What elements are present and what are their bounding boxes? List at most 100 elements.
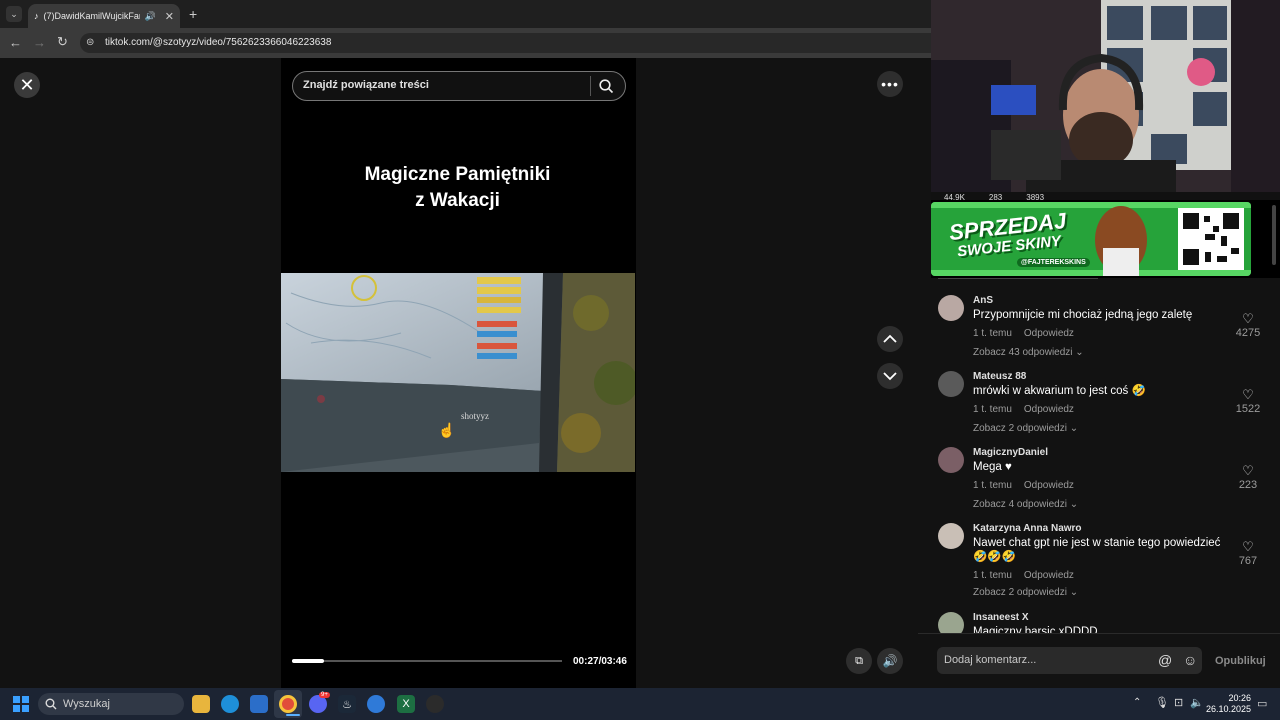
speaker-icon[interactable]: 🔈 — [1190, 696, 1204, 709]
reply-button[interactable]: Odpowiedz — [1024, 328, 1074, 339]
comment-item: Mateusz 88 mrówki w akwarium to jest coś… — [938, 371, 1268, 441]
video-title-line2: z Wakacji — [415, 190, 500, 211]
taskbar-clock[interactable]: 20:26 26.10.2025 — [1205, 693, 1251, 715]
sub-count: 3893 — [1026, 193, 1045, 202]
comment-user[interactable]: MagicznyDaniel — [973, 447, 1048, 458]
excel-icon[interactable]: X — [397, 695, 415, 713]
heart-icon: ♡ — [1242, 539, 1254, 554]
site-info-icon[interactable]: ⊜ — [86, 37, 94, 48]
microphone-icon[interactable]: 🎙 — [1155, 696, 1169, 709]
comment-item: Insaneest X Magiczny barsic xDDDD — [938, 612, 1268, 633]
back-icon[interactable]: ← — [9, 35, 22, 50]
close-icon: ✕ — [19, 74, 35, 95]
windows-start-icon[interactable] — [13, 696, 29, 712]
reply-button[interactable]: Odpowiedz — [1024, 404, 1074, 415]
comment-time: 1 t. temu — [973, 570, 1012, 581]
discord-badge: 9+ — [319, 692, 330, 698]
volume-button[interactable]: 🔊 — [877, 648, 903, 674]
reply-button[interactable]: Odpowiedz — [1024, 570, 1074, 581]
video-watermark: shotyyz — [461, 411, 489, 421]
like-count: 767 — [1238, 555, 1258, 567]
forward-icon[interactable]: → — [33, 35, 46, 50]
notifications-icon[interactable]: ▭ — [1257, 697, 1267, 710]
banner-handle: @FAJTEREKSKINS — [1017, 258, 1090, 267]
previous-video-button[interactable] — [877, 326, 903, 352]
mini-player-button[interactable]: ⧉ — [846, 648, 872, 674]
view-replies-label: Zobacz 2 odpowiedzi — [973, 423, 1067, 434]
comment-text: mrówki w akwarium to jest coś 🤣 — [973, 385, 1146, 397]
streamer-webcam — [931, 0, 1280, 200]
comment-user[interactable]: Insaneest X — [973, 612, 1029, 623]
avatar[interactable] — [938, 523, 964, 549]
avatar[interactable] — [938, 447, 964, 473]
avatar[interactable] — [938, 295, 964, 321]
comment-user[interactable]: AnS — [973, 295, 993, 306]
search-icon[interactable] — [599, 79, 614, 94]
comment-text: Mega ♥ — [973, 461, 1012, 473]
follower-count: 283 — [988, 193, 1003, 202]
comments-panel[interactable]: AnS Przypomnijcie mi chociaż jedną jego … — [918, 278, 1280, 633]
next-video-button[interactable] — [877, 363, 903, 389]
avatar[interactable] — [938, 612, 964, 633]
steam-icon[interactable]: ♨ — [338, 695, 356, 713]
video-title: Magiczne Pamiętniki z Wakacji — [300, 162, 615, 214]
audio-playing-icon[interactable]: 🔊 — [145, 11, 156, 22]
url-text[interactable]: tiktok.com/@szotyyz/video/75626233660462… — [105, 37, 331, 48]
chevron-up-icon — [883, 334, 897, 343]
hand-cursor-icon: ☝ — [438, 422, 456, 438]
like-count: 223 — [1238, 479, 1258, 491]
like-count: 1522 — [1235, 403, 1261, 415]
network-icon[interactable]: ⊡ — [1174, 696, 1183, 709]
mention-icon[interactable]: @ — [1158, 652, 1172, 668]
more-options-button[interactable]: ••• — [877, 71, 903, 97]
reload-icon[interactable]: ↻ — [57, 34, 68, 50]
like-button[interactable]: ♡ 223 — [1228, 463, 1268, 491]
like-button[interactable]: ♡ 767 — [1228, 539, 1268, 567]
tab-title: (7)DawidKamilWujcikFamel — [43, 11, 140, 21]
comments-divider — [938, 278, 1098, 279]
chrome-icon[interactable] — [279, 695, 297, 713]
file-explorer-icon[interactable] — [192, 695, 210, 713]
store-icon[interactable] — [250, 695, 268, 713]
emoji-icon[interactable]: ☺ — [1183, 652, 1197, 668]
new-tab-icon[interactable]: + — [189, 6, 197, 22]
tray-chevron-up-icon[interactable]: ⌃ — [1133, 697, 1141, 708]
mini-player-icon: ⧉ — [855, 654, 863, 667]
browser-tab[interactable]: ♪ (7)DawidKamilWujcikFamel 🔊 ✕ — [28, 4, 180, 28]
reply-button[interactable]: Odpowiedz — [1024, 480, 1074, 491]
view-replies-button[interactable]: Zobacz 4 odpowiedzi ⌄ — [973, 499, 1078, 510]
publish-button[interactable]: Opublikuj — [1215, 655, 1266, 667]
like-button[interactable]: ♡ 1522 — [1228, 387, 1268, 415]
page-scrollbar[interactable] — [1272, 205, 1276, 265]
video-title-line1: Magiczne Pamiętniki — [364, 164, 551, 185]
taskbar-search-icon — [45, 698, 57, 710]
video-frame[interactable] — [281, 273, 635, 472]
progress-track[interactable] — [292, 660, 562, 662]
comment-user[interactable]: Mateusz 88 — [973, 371, 1026, 382]
more-dots-icon: ••• — [881, 76, 899, 92]
comment-time: 1 t. temu — [973, 328, 1012, 339]
viewer-count: 44.9K — [944, 193, 965, 202]
app-icon[interactable] — [367, 695, 385, 713]
taskbar-search[interactable] — [38, 693, 184, 715]
close-tab-icon[interactable]: ✕ — [165, 10, 174, 23]
view-replies-button[interactable]: Zobacz 2 odpowiedzi ⌄ — [973, 423, 1078, 434]
obs-icon[interactable] — [426, 695, 444, 713]
view-replies-button[interactable]: Zobacz 2 odpowiedzi ⌄ — [973, 587, 1078, 598]
progress-fill[interactable] — [292, 659, 324, 663]
view-replies-button[interactable]: Zobacz 43 odpowiedzi ⌄ — [973, 347, 1084, 358]
playback-time: 00:27/03:46 — [573, 656, 627, 667]
comment-time: 1 t. temu — [973, 404, 1012, 415]
close-video-button[interactable]: ✕ — [14, 72, 40, 98]
like-button[interactable]: ♡ 4275 — [1228, 311, 1268, 339]
avatar[interactable] — [938, 371, 964, 397]
map-board-image — [281, 273, 635, 472]
active-app-indicator — [286, 714, 300, 716]
comment-text: Przypomnijcie mi chociaż jedną jego zale… — [973, 309, 1193, 321]
comment-user[interactable]: Katarzyna Anna Nawro — [973, 523, 1082, 534]
comment-item: Katarzyna Anna Nawro Nawet chat gpt nie … — [938, 523, 1268, 608]
tab-search-button[interactable]: ⌄ — [6, 6, 22, 22]
tiktok-favicon-icon: ♪ — [34, 11, 39, 21]
edge-icon[interactable] — [221, 695, 239, 713]
comment-item: MagicznyDaniel Mega ♥ 1 t. temu Odpowiedz… — [938, 447, 1268, 517]
